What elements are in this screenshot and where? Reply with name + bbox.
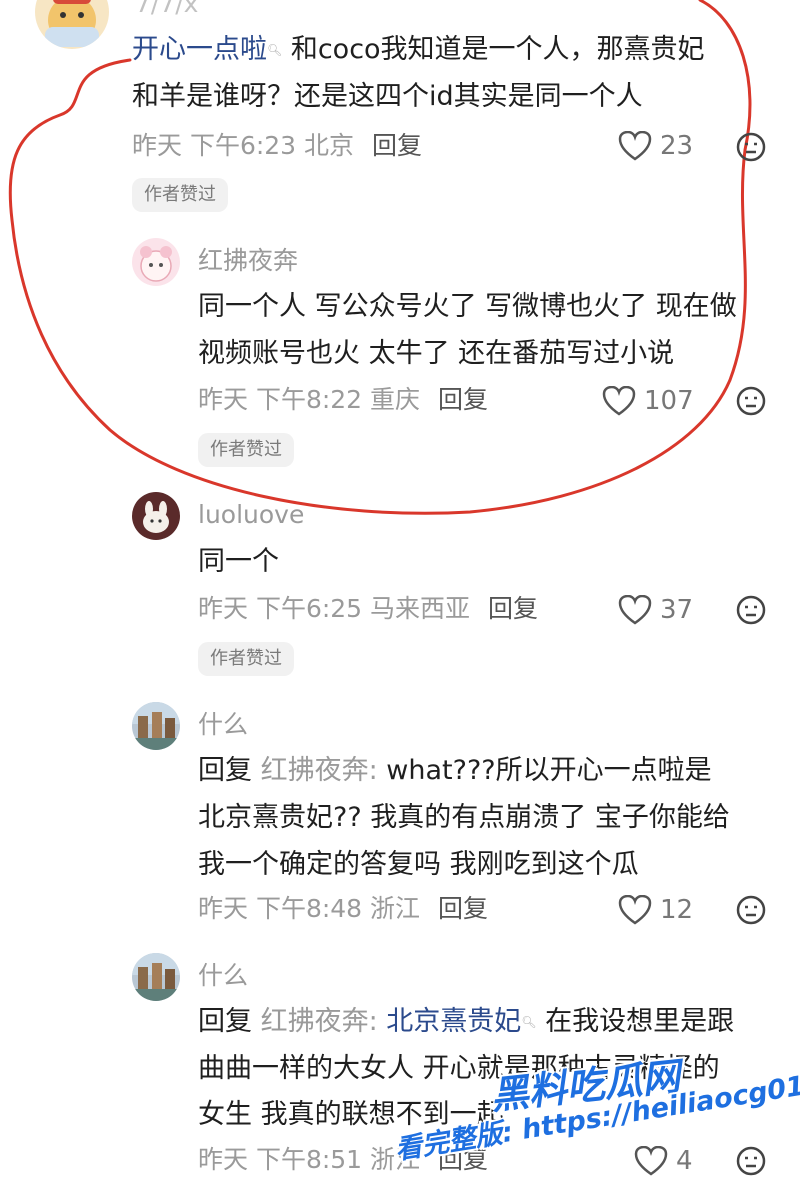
comment-text-line-1: 回复 红拂夜奔: 北京熹贵妃🔍︎ 在我设想里是跟: [198, 1000, 734, 1044]
avatar[interactable]: [132, 702, 180, 750]
reply-to-user[interactable]: 红拂夜奔:: [261, 1006, 378, 1037]
author-liked-badge: 作者赞过: [198, 433, 294, 467]
author-liked-badge: 作者赞过: [198, 642, 294, 676]
author-liked-badge: 作者赞过: [132, 178, 228, 212]
heart-icon: [618, 131, 652, 161]
reply-prefix: 回复: [198, 1006, 252, 1037]
reply-button[interactable]: 回复: [488, 594, 538, 623]
dislike-face-icon[interactable]: [735, 894, 767, 926]
comment-text-line-2: 视频账号也火 太牛了 还在番茄写过小说: [198, 338, 675, 369]
comment-text-line-1: 同一个: [198, 546, 279, 577]
username[interactable]: 什么: [198, 960, 248, 992]
comment-text-line-3: 我一个确定的答复吗 我刚吃到这个瓜: [198, 849, 639, 880]
username[interactable]: 红拂夜奔: [198, 245, 298, 277]
comment-text-line-2: 北京熹贵妃?? 我真的有点崩溃了 宝子你能给: [198, 802, 730, 833]
like-count: 37: [660, 595, 694, 625]
dislike-face-icon[interactable]: [735, 131, 767, 163]
comment-text: what???所以开心一点啦是: [386, 755, 712, 786]
like-button[interactable]: 4: [634, 1145, 693, 1177]
comment-meta: 昨天 下午8:48 浙江 回复: [198, 893, 488, 925]
like-button[interactable]: 37: [618, 594, 693, 626]
reply-button[interactable]: 回复: [372, 131, 422, 160]
username-partial[interactable]: 7/7/x: [135, 0, 198, 20]
like-count: 12: [660, 895, 694, 925]
comment-text: 在我设想里是跟: [545, 1006, 735, 1037]
timestamp-location: 昨天 下午8:51 浙江: [198, 1145, 421, 1174]
comment-text-line-1: 同一个人 写公众号火了 写微博也火了 现在做: [198, 291, 737, 322]
mention-link[interactable]: 开心一点啦: [132, 34, 267, 65]
dislike-face-icon[interactable]: [735, 385, 767, 417]
like-button[interactable]: 107: [602, 385, 694, 417]
dislike-face-icon[interactable]: [735, 594, 767, 626]
avatar[interactable]: [132, 953, 180, 1001]
mention-link[interactable]: 北京熹贵妃: [386, 1006, 521, 1037]
comment-text-line-1: 回复 红拂夜奔: what???所以开心一点啦是: [198, 749, 712, 793]
heart-icon: [618, 895, 652, 925]
heart-icon: [602, 386, 636, 416]
timestamp-location: 昨天 下午8:48 浙江: [198, 894, 421, 923]
dislike-face-icon[interactable]: [735, 1145, 767, 1177]
like-button[interactable]: 23: [618, 130, 693, 162]
heart-icon: [618, 595, 652, 625]
timestamp-location: 昨天 下午6:23 北京: [132, 131, 355, 160]
comment-meta: 昨天 下午8:22 重庆 回复: [198, 384, 488, 416]
like-count: 4: [676, 1146, 693, 1176]
avatar[interactable]: [132, 492, 180, 540]
avatar[interactable]: [132, 238, 180, 286]
timestamp-location: 昨天 下午6:25 马来西亚: [198, 594, 471, 623]
reply-prefix: 回复: [198, 755, 252, 786]
search-mini-icon: 🔍︎: [521, 1015, 537, 1029]
reply-to-user[interactable]: 红拂夜奔:: [261, 755, 378, 786]
like-button[interactable]: 12: [618, 894, 693, 926]
like-count: 23: [660, 131, 694, 161]
comment-text-line-1: 开心一点啦🔍︎ 和coco我知道是一个人，那熹贵妃: [132, 28, 705, 72]
heart-icon: [634, 1146, 668, 1176]
comment-text: 和coco我知道是一个人，那熹贵妃: [290, 34, 705, 65]
comment-meta: 昨天 下午6:25 马来西亚 回复: [198, 593, 538, 625]
timestamp-location: 昨天 下午8:22 重庆: [198, 385, 421, 414]
username[interactable]: luoluove: [198, 499, 304, 531]
comment-meta: 昨天 下午6:23 北京 回复: [132, 130, 422, 162]
comment-text-line-2: 和羊是谁呀？还是这四个id其实是同一个人: [132, 81, 643, 112]
search-mini-icon: 🔍︎: [267, 43, 283, 57]
reply-button[interactable]: 回复: [438, 385, 488, 414]
like-count: 107: [644, 386, 694, 416]
reply-button[interactable]: 回复: [438, 894, 488, 923]
username[interactable]: 什么: [198, 709, 248, 741]
